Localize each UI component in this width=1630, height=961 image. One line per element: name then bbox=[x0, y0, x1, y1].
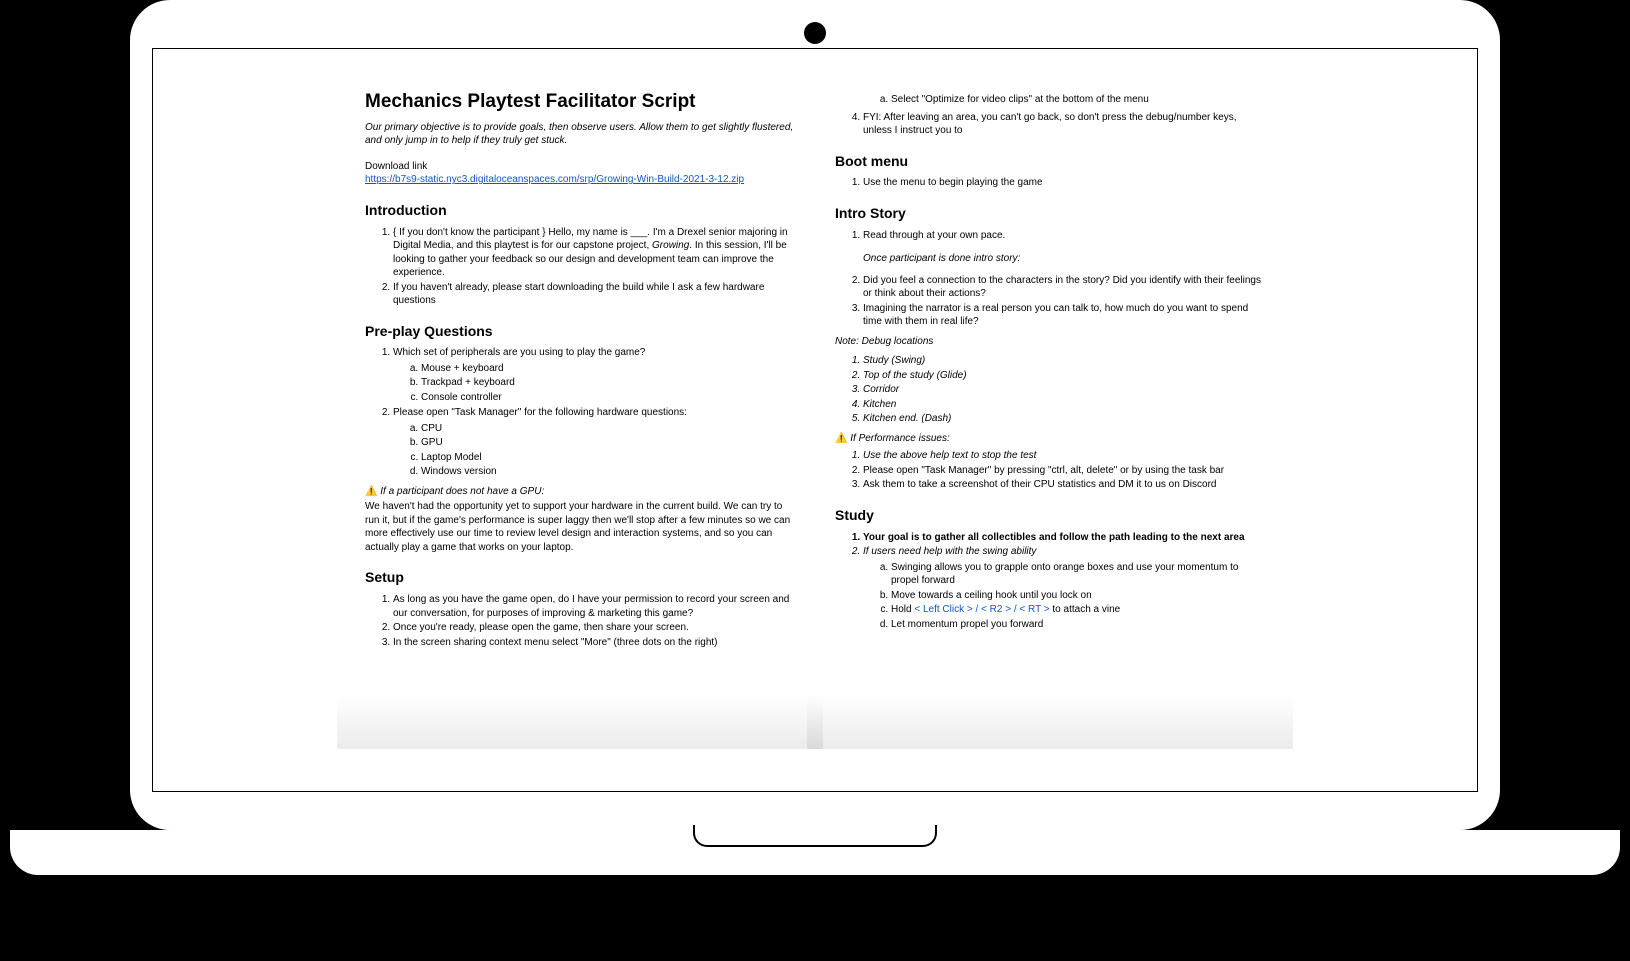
pp2-text: Please open "Task Manager" for the follo… bbox=[393, 407, 687, 418]
study-2-sub: Swinging allows you to grapple onto oran… bbox=[863, 561, 1265, 632]
camera-dot bbox=[804, 22, 826, 44]
boot-1: Use the menu to begin playing the game bbox=[863, 176, 1265, 190]
loc-2: Top of the study (Glide) bbox=[863, 369, 1265, 383]
pp2b: GPU bbox=[421, 436, 795, 450]
setup-heading: Setup bbox=[365, 568, 795, 587]
perf-1: Use the above help text to stop the test bbox=[863, 449, 1265, 463]
pp2a: CPU bbox=[421, 422, 795, 436]
pp-item-2: Please open "Task Manager" for the follo… bbox=[393, 406, 795, 479]
perf-3: Ask them to take a screenshot of their C… bbox=[863, 478, 1265, 492]
boot-list: Use the menu to begin playing the game bbox=[835, 176, 1265, 190]
pp1a: Mouse + keyboard bbox=[421, 362, 795, 376]
pp1-text: Which set of peripherals are you using t… bbox=[393, 347, 645, 358]
study-2c: Hold < Left Click > / < R2 > / < RT > to… bbox=[891, 603, 1265, 617]
setup-2: Once you're ready, please open the game,… bbox=[393, 621, 795, 635]
is-1: Read through at your own pace. bbox=[863, 229, 1265, 243]
intro-heading: Introduction bbox=[365, 201, 795, 220]
pp1c: Console controller bbox=[421, 391, 795, 405]
study-2c-pre: Hold bbox=[891, 604, 914, 615]
loc-4: Kitchen bbox=[863, 398, 1265, 412]
is-done-note: Once participant is done intro story: bbox=[863, 252, 1265, 266]
laptop-notch bbox=[693, 825, 937, 847]
boot-heading: Boot menu bbox=[835, 152, 1265, 171]
laptop-frame: Mechanics Playtest Facilitator Script Ou… bbox=[130, 0, 1500, 830]
study-heading: Study bbox=[835, 506, 1265, 525]
preplay-list: Which set of peripherals are you using t… bbox=[365, 346, 795, 479]
debug-note: Note: Debug locations bbox=[835, 335, 1265, 349]
is-3: Imagining the narrator is a real person … bbox=[863, 302, 1265, 329]
doc-subtitle: Our primary objective is to provide goal… bbox=[365, 121, 795, 148]
pp2-sublist: CPU GPU Laptop Model Windows version bbox=[393, 422, 795, 479]
perf-2: Please open "Task Manager" by pressing "… bbox=[863, 464, 1265, 478]
pp2c: Laptop Model bbox=[421, 451, 795, 465]
intro-item-2: If you haven't already, please start dow… bbox=[393, 281, 795, 308]
study-2a: Swinging allows you to grapple onto oran… bbox=[891, 561, 1265, 588]
setup-cont: FYI: After leaving an area, you can't go… bbox=[835, 111, 1265, 138]
is-2: Did you feel a connection to the charact… bbox=[863, 274, 1265, 301]
preplay-heading: Pre-play Questions bbox=[365, 322, 795, 341]
pp2d: Windows version bbox=[421, 465, 795, 479]
study-1: Your goal is to gather all collectibles … bbox=[863, 531, 1265, 545]
warning-icon: ⚠️ bbox=[365, 486, 377, 497]
document-pages: Mechanics Playtest Facilitator Script Ou… bbox=[153, 49, 1477, 791]
intro-story-heading: Intro Story bbox=[835, 204, 1265, 223]
setup-3: In the screen sharing context menu selec… bbox=[393, 636, 795, 650]
download-link[interactable]: https://b7s9-static.nyc3.digitaloceanspa… bbox=[365, 174, 744, 185]
perf-warning: ⚠️ If Performance issues: bbox=[835, 432, 1265, 446]
study-2d: Let momentum propel you forward bbox=[891, 618, 1265, 632]
gpu-warning: ⚠️ If a participant does not have a GPU: bbox=[365, 485, 795, 499]
intro-story-list-2: Did you feel a connection to the charact… bbox=[835, 274, 1265, 329]
intro-item-1: { If you don't know the participant } He… bbox=[393, 226, 795, 280]
debug-locations: Study (Swing) Top of the study (Glide) C… bbox=[835, 354, 1265, 426]
intro-list: { If you don't know the participant } He… bbox=[365, 226, 795, 308]
setup-3a: Select "Optimize for video clips" at the… bbox=[891, 93, 1265, 107]
gpu-warn-text: If a participant does not have a GPU: bbox=[380, 486, 544, 497]
intro-1b: Growing bbox=[652, 240, 689, 251]
gpu-warn-body: We haven't had the opportunity yet to su… bbox=[365, 500, 795, 554]
loc-1: Study (Swing) bbox=[863, 354, 1265, 368]
study-2: If users need help with the swing abilit… bbox=[863, 545, 1265, 631]
setup-1: As long as you have the game open, do I … bbox=[393, 593, 795, 620]
setup-list: As long as you have the game open, do I … bbox=[365, 593, 795, 649]
study-2c-key: < Left Click > / < R2 > / < RT > bbox=[914, 604, 1049, 615]
screen: Mechanics Playtest Facilitator Script Ou… bbox=[152, 48, 1478, 792]
perf-list: Use the above help text to stop the test… bbox=[835, 449, 1265, 492]
pp1-sublist: Mouse + keyboard Trackpad + keyboard Con… bbox=[393, 362, 795, 405]
setup-4: FYI: After leaving an area, you can't go… bbox=[863, 111, 1265, 138]
study-2-text: If users need help with the swing abilit… bbox=[863, 546, 1036, 557]
pp-item-1: Which set of peripherals are you using t… bbox=[393, 346, 795, 404]
stage: Mechanics Playtest Facilitator Script Ou… bbox=[0, 0, 1630, 961]
doc-title: Mechanics Playtest Facilitator Script bbox=[365, 89, 795, 115]
pp1b: Trackpad + keyboard bbox=[421, 376, 795, 390]
warning-icon: ⚠️ bbox=[835, 433, 847, 444]
study-list: Your goal is to gather all collectibles … bbox=[835, 531, 1265, 632]
page-1: Mechanics Playtest Facilitator Script Ou… bbox=[365, 89, 795, 744]
page-2: Select "Optimize for video clips" at the… bbox=[835, 89, 1265, 744]
loc-3: Corridor bbox=[863, 383, 1265, 397]
perf-warn-text: If Performance issues: bbox=[850, 433, 949, 444]
setup-cont-sub: Select "Optimize for video clips" at the… bbox=[863, 93, 1265, 107]
loc-5: Kitchen end. (Dash) bbox=[863, 412, 1265, 426]
study-2c-post: to attach a vine bbox=[1050, 604, 1121, 615]
intro-story-list: Read through at your own pace. bbox=[835, 229, 1265, 243]
study-2b: Move towards a ceiling hook until you lo… bbox=[891, 589, 1265, 603]
download-label: Download link bbox=[365, 160, 795, 174]
